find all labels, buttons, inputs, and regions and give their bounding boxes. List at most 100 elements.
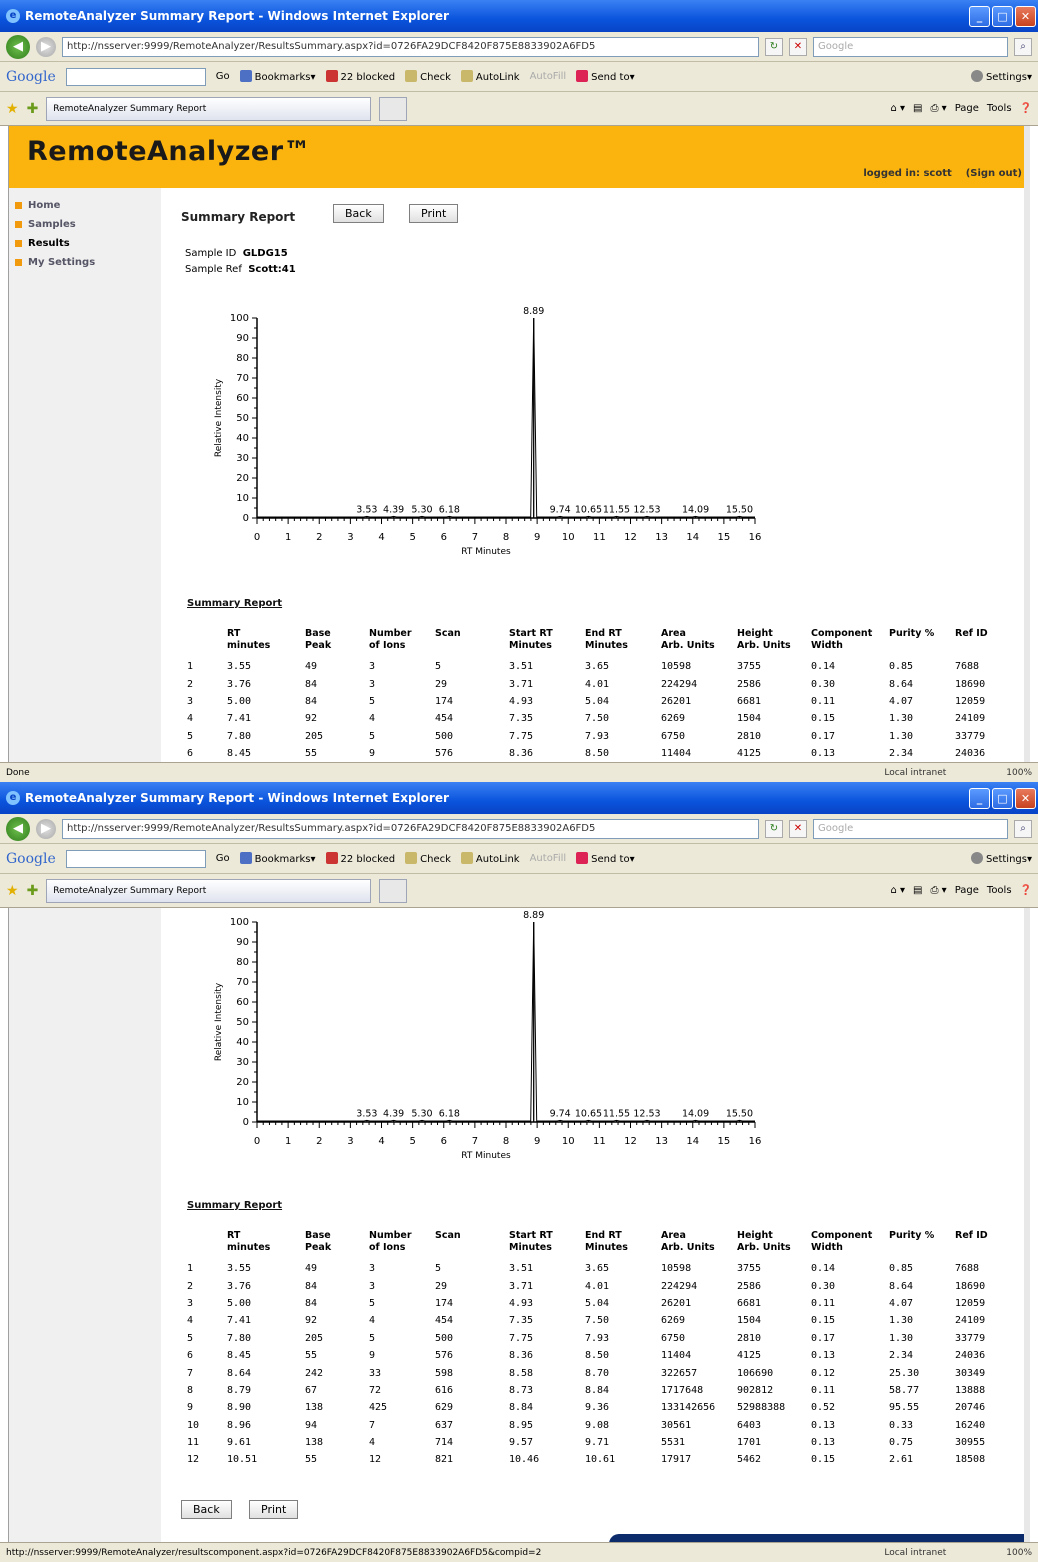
- refresh-icon[interactable]: ↻: [765, 37, 783, 56]
- google-search-input[interactable]: [65, 849, 206, 868]
- stop-icon[interactable]: ✕: [789, 37, 807, 56]
- browser-tab[interactable]: RemoteAnalyzer Summary Report: [46, 878, 372, 903]
- y-tick-label: 10: [236, 1097, 249, 1108]
- table-row[interactable]: 8 8.79 67 72 616 8.73 8.84 1717648 902812 0.11 58.…: [187, 1382, 1007, 1399]
- bookmarks-button[interactable]: Bookmarks▾: [239, 852, 316, 865]
- minimize-icon[interactable]: _: [969, 787, 990, 809]
- table-row[interactable]: 5 7.80 205 5 500 7.75 7.93 6750 2810 0.17 1.30 3377…: [187, 728, 1007, 745]
- search-icon[interactable]: ⌕: [1014, 819, 1032, 838]
- favorites-star-icon[interactable]: ★: [6, 883, 19, 899]
- vertical-scrollbar[interactable]: [1024, 908, 1030, 1544]
- nav-my-settings[interactable]: My Settings: [9, 253, 161, 272]
- close-icon[interactable]: ✕: [1015, 5, 1036, 27]
- table-cell: 7.35: [509, 713, 534, 725]
- help-icon[interactable]: ❓: [1020, 103, 1032, 114]
- zoom-level[interactable]: 100%: [1006, 1548, 1032, 1558]
- url-input[interactable]: http://nsserver:9999/RemoteAnalyzer/Resu…: [62, 818, 759, 839]
- print-button[interactable]: Print: [409, 204, 459, 223]
- print-button[interactable]: Print: [249, 1500, 299, 1519]
- nav-results[interactable]: Results: [9, 234, 161, 253]
- spell-check-button[interactable]: Check: [405, 852, 451, 865]
- stop-icon[interactable]: ✕: [789, 819, 807, 838]
- x-tick-label: 0: [254, 1136, 260, 1147]
- autolink-button[interactable]: AutoLink: [460, 70, 520, 83]
- search-input[interactable]: Google: [813, 818, 1008, 839]
- maximize-icon[interactable]: □: [992, 5, 1013, 27]
- table-cell: 8.36: [509, 1350, 534, 1362]
- autolink-icon: [460, 852, 473, 864]
- autofill-button[interactable]: AutoFill: [530, 853, 567, 864]
- feeds-icon[interactable]: ▤: [913, 885, 922, 896]
- table-row[interactable]: 5 7.80 205 5 500 7.75 7.93 6750 2810 0.17 1.30 3377…: [187, 1330, 1007, 1347]
- new-tab-button[interactable]: [379, 96, 408, 121]
- nav-home[interactable]: Home: [9, 196, 161, 215]
- page-menu[interactable]: Page: [955, 885, 979, 896]
- google-search-input[interactable]: [65, 67, 206, 86]
- print-icon[interactable]: ⎙ ▾: [930, 885, 946, 896]
- autofill-button[interactable]: AutoFill: [530, 71, 567, 82]
- table-cell: 58.77: [889, 1384, 920, 1396]
- sendto-button[interactable]: Send to▾: [576, 852, 635, 865]
- sign-out-link[interactable]: (Sign out): [966, 168, 1022, 179]
- close-icon[interactable]: ✕: [1015, 787, 1036, 809]
- google-settings-button[interactable]: Settings▾: [970, 70, 1032, 83]
- popup-blocked-button[interactable]: 22 blocked: [325, 852, 395, 865]
- browser-tab[interactable]: RemoteAnalyzer Summary Report: [46, 96, 372, 121]
- table-cell: 1701: [737, 1437, 762, 1449]
- print-icon[interactable]: ⎙ ▾: [930, 103, 946, 114]
- table-row[interactable]: 2 3.76 84 3 29 3.71 4.01 224294 2586 0.30 8.64 1869…: [187, 675, 1007, 692]
- add-favorites-icon[interactable]: ✚: [27, 101, 39, 117]
- tools-menu[interactable]: Tools: [987, 885, 1012, 896]
- table-row[interactable]: 3 5.00 84 5 174 4.93 5.04 26201 6681 0.11 4.07 1205…: [187, 1295, 1007, 1312]
- home-icon[interactable]: ⌂ ▾: [890, 885, 905, 896]
- table-row[interactable]: 10 8.96 94 7 637 8.95 9.08 30561 6403 0.13 0.33 162…: [187, 1417, 1007, 1434]
- maximize-icon[interactable]: □: [992, 787, 1013, 809]
- url-input[interactable]: http://nsserver:9999/RemoteAnalyzer/Resu…: [62, 36, 759, 57]
- peak-label: 4.39: [383, 504, 404, 515]
- x-tick-label: 8: [503, 1136, 509, 1147]
- zoom-level[interactable]: 100%: [1006, 768, 1032, 778]
- bookmarks-button[interactable]: Bookmarks▾: [239, 70, 316, 83]
- vertical-scrollbar[interactable]: [1024, 126, 1030, 762]
- new-tab-button[interactable]: [379, 878, 408, 903]
- add-favorites-icon[interactable]: ✚: [27, 883, 39, 899]
- search-input[interactable]: Google: [813, 36, 1008, 57]
- table-row[interactable]: 1 3.55 49 3 5 3.51 3.65 10598 3755 0.14 0.85 7688: [187, 1260, 1007, 1277]
- minimize-icon[interactable]: _: [969, 5, 990, 27]
- table-row[interactable]: 4 7.41 92 4 454 7.35 7.50 6269 1504 0.15 1.30 24109: [187, 1312, 1007, 1329]
- google-settings-button[interactable]: Settings▾: [970, 852, 1032, 865]
- table-row[interactable]: 12 10.51 55 12 821 10.46 10.61 17917 5462 0.15 2.6…: [187, 1451, 1007, 1468]
- feeds-icon[interactable]: ▤: [913, 103, 922, 114]
- back-arrow-icon[interactable]: ◀: [6, 816, 30, 841]
- favorites-star-icon[interactable]: ★: [6, 101, 19, 117]
- google-go-button[interactable]: Go: [216, 853, 230, 864]
- table-row[interactable]: 4 7.41 92 4 454 7.35 7.50 6269 1504 0.15 1.30 24109: [187, 710, 1007, 727]
- help-icon[interactable]: ❓: [1020, 885, 1032, 896]
- page-menu[interactable]: Page: [955, 103, 979, 114]
- column-header: Base Peak: [305, 628, 369, 658]
- spell-check-button[interactable]: Check: [405, 70, 451, 83]
- google-go-button[interactable]: Go: [216, 71, 230, 82]
- table-row[interactable]: 3 5.00 84 5 174 4.93 5.04 26201 6681 0.11 4.07 1205…: [187, 693, 1007, 710]
- forward-arrow-icon[interactable]: ▶: [36, 818, 56, 839]
- sendto-button[interactable]: Send to▾: [576, 70, 635, 83]
- search-icon[interactable]: ⌕: [1014, 37, 1032, 56]
- table-row[interactable]: 6 8.45 55 9 576 8.36 8.50 11404 4125 0.13 2.34 2403…: [187, 1347, 1007, 1364]
- table-row[interactable]: 9 8.90 138 425 629 8.84 9.36 133142656 52988388 0…: [187, 1399, 1007, 1416]
- forward-arrow-icon[interactable]: ▶: [36, 36, 56, 57]
- table-row[interactable]: 7 8.64 242 33 598 8.58 8.70 322657 106690 0.12 25.…: [187, 1364, 1007, 1381]
- peak-label: 12.53: [633, 1108, 660, 1119]
- table-row[interactable]: 11 9.61 138 4 714 9.57 9.71 5531 1701 0.13 0.75 309…: [187, 1434, 1007, 1451]
- nav-samples[interactable]: Samples: [9, 215, 161, 234]
- table-row[interactable]: 1 3.55 49 3 5 3.51 3.65 10598 3755 0.14 0.85 7688: [187, 658, 1007, 675]
- home-icon[interactable]: ⌂ ▾: [890, 103, 905, 114]
- back-button[interactable]: Back: [333, 204, 384, 223]
- refresh-icon[interactable]: ↻: [765, 819, 783, 838]
- back-button[interactable]: Back: [181, 1500, 232, 1519]
- tools-menu[interactable]: Tools: [987, 103, 1012, 114]
- popup-blocked-button[interactable]: 22 blocked: [325, 70, 395, 83]
- back-arrow-icon[interactable]: ◀: [6, 34, 30, 59]
- table-row[interactable]: 6 8.45 55 9 576 8.36 8.50 11404 4125 0.13 2.34 2403…: [187, 745, 1007, 762]
- table-row[interactable]: 2 3.76 84 3 29 3.71 4.01 224294 2586 0.30 8.64 1869…: [187, 1277, 1007, 1294]
- autolink-button[interactable]: AutoLink: [460, 852, 520, 865]
